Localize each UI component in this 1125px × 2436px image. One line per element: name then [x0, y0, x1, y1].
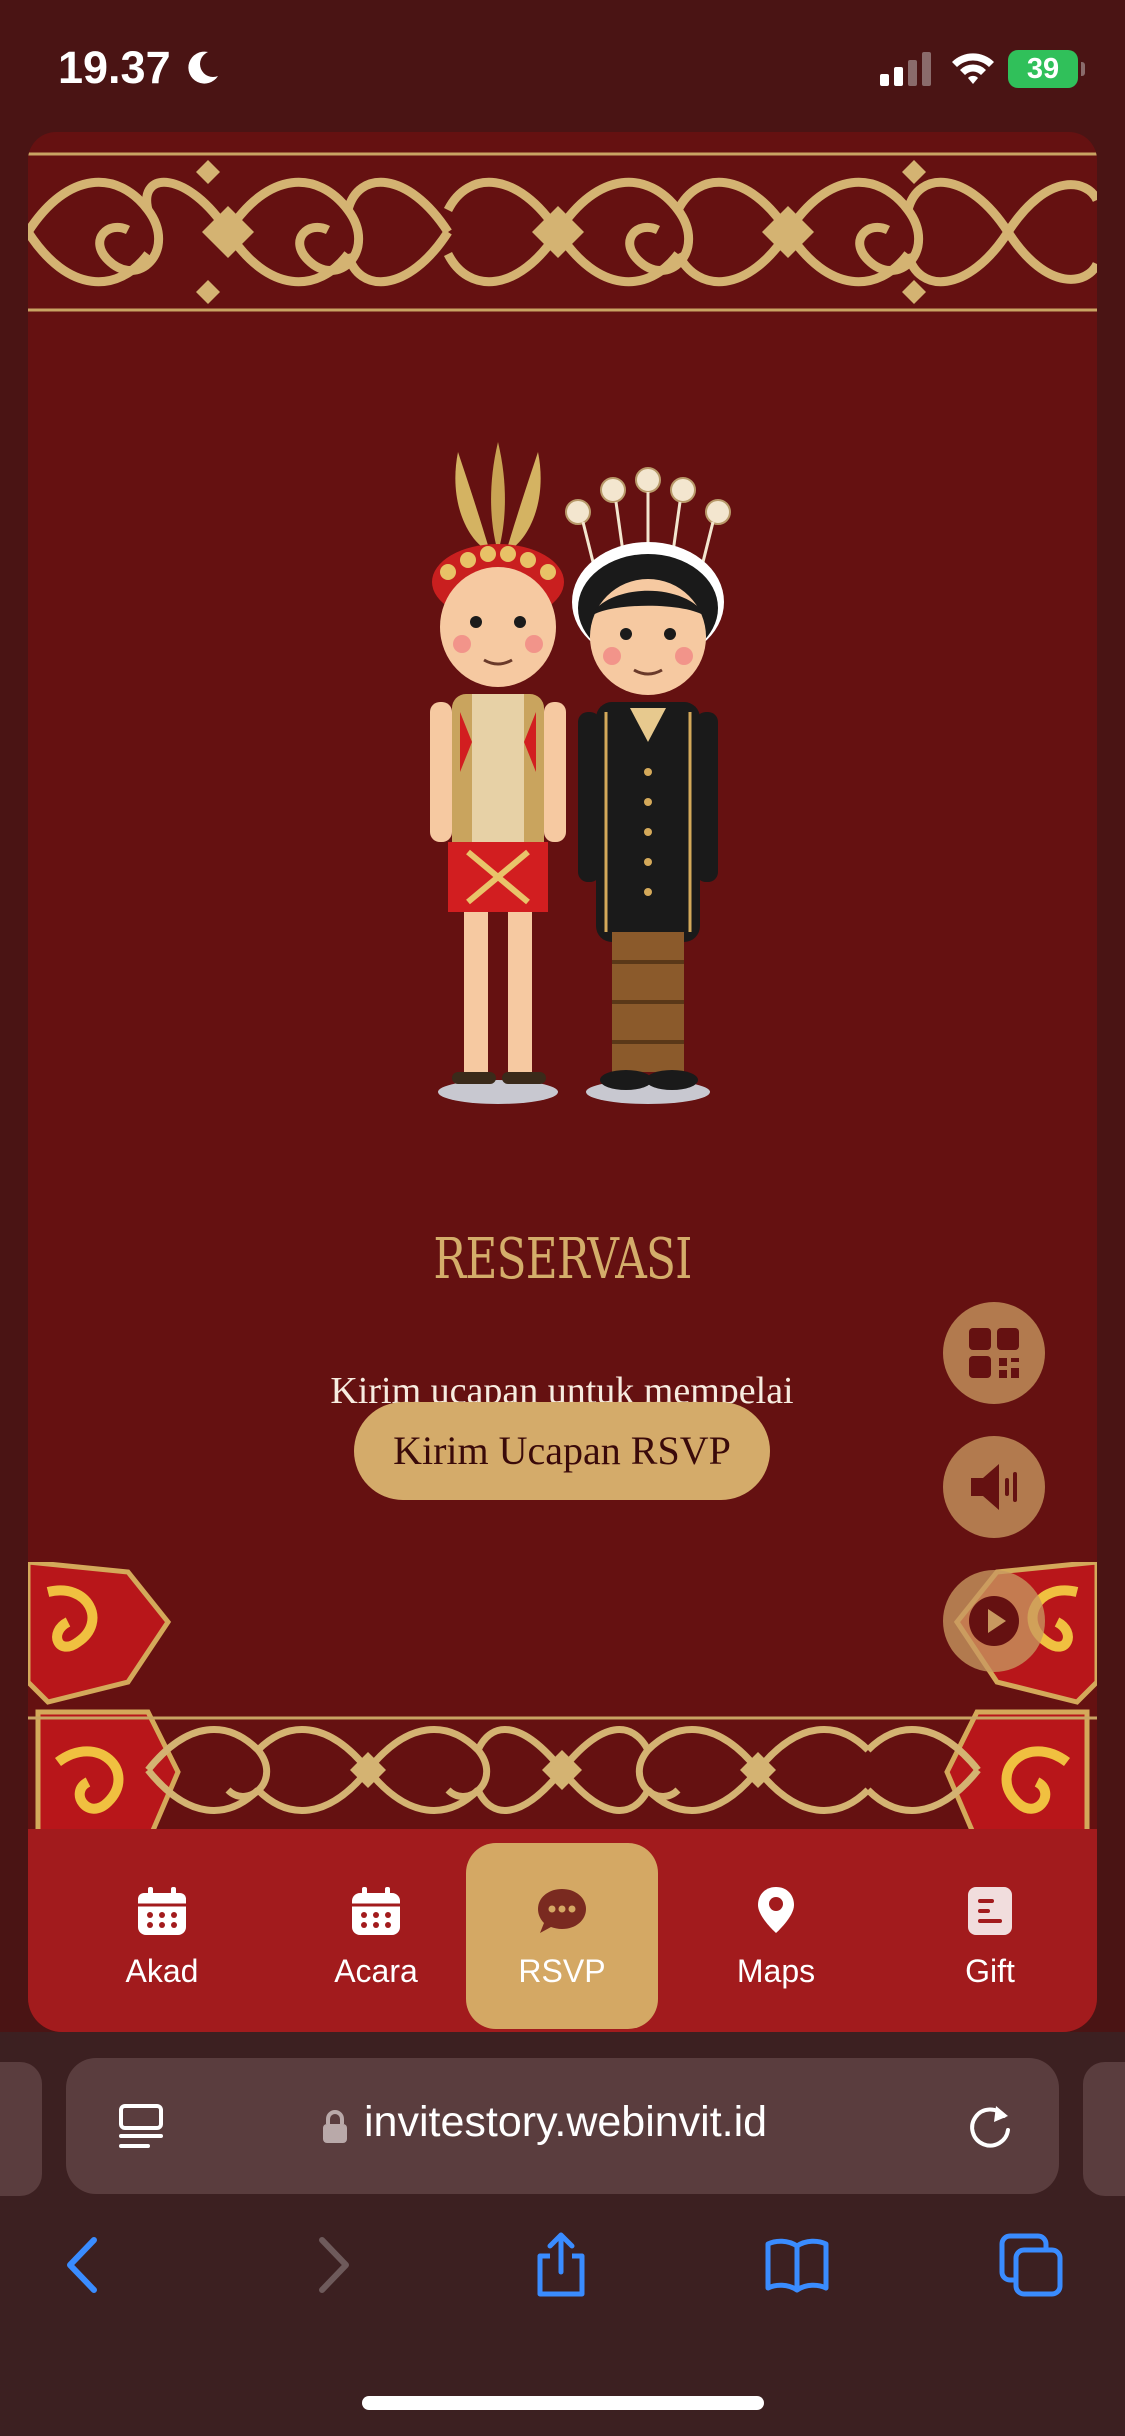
home-indicator[interactable]: [362, 2396, 764, 2410]
reload-icon[interactable]: [964, 2100, 1016, 2152]
section-title: RESERVASI: [433, 1227, 692, 1292]
nav-item-rsvp[interactable]: RSVP: [466, 1843, 658, 2029]
url-text: invitestory.webinvit.id: [364, 2098, 768, 2146]
address-bar[interactable]: invitestory.webinvit.id: [66, 2058, 1059, 2194]
bookmarks-icon[interactable]: [764, 2232, 830, 2298]
nav-label-rsvp: RSVP: [518, 1953, 606, 1989]
chat-bubble-icon: [538, 1889, 586, 1933]
nav-label-akad: Akad: [125, 1953, 199, 1989]
play-icon: [969, 1596, 1019, 1646]
qr-code-button[interactable]: [943, 1302, 1045, 1404]
wifi-icon: [952, 53, 994, 84]
nav-item-acara[interactable]: Acara: [280, 1843, 472, 2029]
nav-item-maps[interactable]: Maps: [680, 1843, 872, 2029]
send-rsvp-button[interactable]: Kirim Ucapan RSVP: [354, 1402, 770, 1500]
nav-label-maps: Maps: [736, 1953, 816, 1989]
page-menu-icon[interactable]: [116, 2102, 166, 2152]
lock-icon: [323, 2110, 347, 2143]
ornament-border-top: [28, 150, 1097, 450]
autoplay-button[interactable]: [943, 1570, 1045, 1672]
map-pin-icon: [758, 1887, 794, 1933]
speaker-icon: [971, 1464, 1017, 1510]
nav-label-acara: Acara: [334, 1953, 418, 1989]
gift-card-icon: [968, 1887, 1012, 1935]
status-time: 19.37: [58, 42, 171, 93]
tabs-icon[interactable]: [998, 2232, 1064, 2298]
nav-item-gift[interactable]: Gift: [894, 1843, 1086, 2029]
forward-arrow-icon[interactable]: [296, 2232, 362, 2298]
share-icon[interactable]: [528, 2232, 594, 2298]
ornament-border-bottom: [28, 1716, 1097, 1814]
nav-item-akad[interactable]: Akad: [66, 1843, 258, 2029]
battery-indicator: 39: [1008, 50, 1085, 88]
calendar-icon: [138, 1887, 186, 1935]
bottom-navigation: Akad Acara RSVP Maps Gift: [28, 1829, 1097, 2032]
signal-icon: [880, 52, 931, 86]
previous-tab-preview[interactable]: [0, 2062, 42, 2196]
invitation-card: RESERVASI Kirim ucapan untuk mempelai da…: [28, 132, 1097, 2032]
nav-label-gift: Gift: [965, 1953, 1015, 1989]
status-bar: 19.37 39: [0, 0, 1125, 130]
browser-toolbar: invitestory.webinvit.id: [0, 2032, 1125, 2436]
battery-level: 39: [1026, 53, 1060, 85]
next-tab-preview[interactable]: [1083, 2062, 1125, 2196]
audio-toggle-button[interactable]: [943, 1436, 1045, 1538]
qr-code-icon: [969, 1328, 1019, 1378]
couple-illustration: [430, 442, 731, 1104]
back-arrow-icon[interactable]: [54, 2232, 120, 2298]
calendar-icon: [352, 1887, 400, 1935]
moon-icon: [188, 51, 218, 84]
